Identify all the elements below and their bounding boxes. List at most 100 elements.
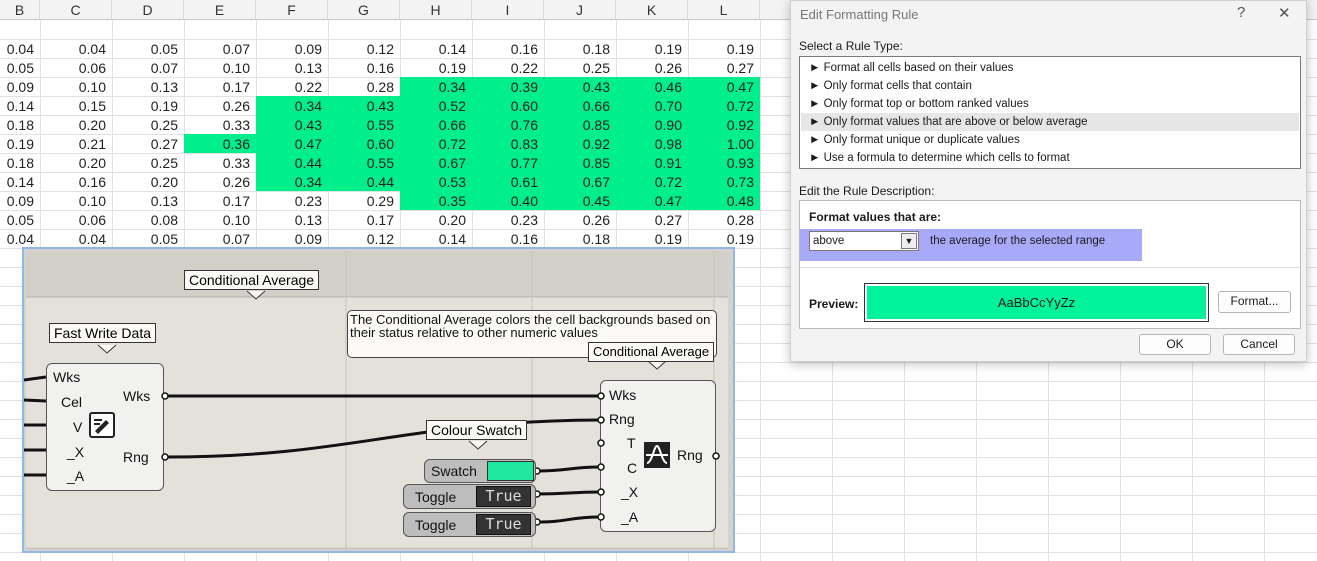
table-cell[interactable]: 0.39 (472, 77, 544, 96)
column-header-j[interactable]: J (544, 0, 616, 20)
input-t[interactable]: T (627, 435, 636, 451)
input-c[interactable]: C (627, 460, 637, 476)
table-cell[interactable]: 0.46 (616, 77, 688, 96)
rule-type-item[interactable]: ► Format all cells based on their values (801, 59, 1299, 77)
table-cell[interactable]: 0.35 (400, 191, 472, 210)
input-v[interactable]: V (73, 419, 82, 435)
table-cell[interactable]: 0.13 (256, 210, 328, 229)
table-cell[interactable]: 0.20 (400, 210, 472, 229)
table-cell[interactable]: 0.17 (328, 210, 400, 229)
table-cell[interactable]: 0.23 (256, 191, 328, 210)
table-cell[interactable]: 0.10 (40, 191, 112, 210)
table-cell[interactable]: 0.55 (328, 115, 400, 134)
table-cell[interactable]: 0.16 (40, 172, 112, 191)
table-cell[interactable]: 0.28 (688, 210, 760, 229)
rule-type-item[interactable]: ► Only format unique or duplicate values (801, 131, 1299, 149)
table-cell[interactable]: 0.33 (184, 153, 256, 172)
table-cell[interactable]: 0.27 (112, 134, 184, 153)
table-cell[interactable]: 0.04 (0, 39, 40, 58)
table-cell[interactable]: 0.27 (616, 210, 688, 229)
table-cell[interactable]: 0.26 (544, 210, 616, 229)
conditional-average-component[interactable]: Wks Rng T C _X _A Rng (600, 380, 716, 532)
chevron-down-icon[interactable]: ▼ (901, 233, 917, 249)
table-cell[interactable]: 0.43 (256, 115, 328, 134)
table-cell[interactable]: 0.10 (184, 210, 256, 229)
group-label-fast-write[interactable]: Fast Write Data (49, 323, 156, 343)
table-cell[interactable]: 0.16 (472, 229, 544, 248)
table-cell[interactable]: 0.23 (472, 210, 544, 229)
table-cell[interactable]: 0.13 (112, 77, 184, 96)
table-cell[interactable]: 0.28 (328, 77, 400, 96)
table-cell[interactable]: 0.67 (400, 153, 472, 172)
table-cell[interactable]: 0.26 (184, 172, 256, 191)
rule-type-item[interactable]: ► Only format values that are above or b… (801, 113, 1299, 131)
table-cell[interactable]: 0.22 (472, 58, 544, 77)
format-button[interactable]: Format... (1218, 291, 1291, 313)
cancel-button[interactable]: Cancel (1223, 334, 1295, 355)
rule-type-item[interactable]: ► Only format cells that contain (801, 77, 1299, 95)
table-cell[interactable]: 0.18 (544, 39, 616, 58)
table-cell[interactable]: 0.12 (328, 229, 400, 248)
table-cell[interactable]: 0.18 (0, 153, 40, 172)
table-cell[interactable]: 0.05 (0, 210, 40, 229)
swatch-color[interactable] (487, 461, 534, 481)
table-cell[interactable]: 0.07 (184, 39, 256, 58)
table-cell[interactable]: 0.47 (616, 191, 688, 210)
table-cell[interactable]: 1.00 (688, 134, 760, 153)
table-cell[interactable]: 0.36 (184, 134, 256, 153)
column-header-f[interactable]: F (256, 0, 328, 20)
table-cell[interactable]: 0.14 (0, 172, 40, 191)
table-cell[interactable]: 0.16 (328, 58, 400, 77)
toggle-component-2[interactable]: Toggle True (403, 512, 536, 537)
table-cell[interactable]: 0.15 (40, 96, 112, 115)
table-cell[interactable]: 0.04 (40, 39, 112, 58)
table-cell[interactable]: 0.33 (184, 115, 256, 134)
swatch-component[interactable]: Swatch (424, 459, 536, 483)
input-cel[interactable]: Cel (61, 394, 82, 410)
table-cell[interactable]: 0.77 (472, 153, 544, 172)
table-cell[interactable]: 0.19 (688, 39, 760, 58)
table-cell[interactable]: 0.53 (400, 172, 472, 191)
table-cell[interactable]: 0.34 (400, 77, 472, 96)
input-rng[interactable]: Rng (609, 411, 635, 427)
table-cell[interactable]: 0.08 (112, 210, 184, 229)
table-cell[interactable]: 0.60 (328, 134, 400, 153)
table-cell[interactable]: 0.26 (184, 96, 256, 115)
table-cell[interactable]: 0.66 (544, 96, 616, 115)
table-cell[interactable]: 0.93 (688, 153, 760, 172)
table-cell[interactable]: 0.19 (616, 229, 688, 248)
table-cell[interactable]: 0.72 (688, 96, 760, 115)
table-cell[interactable]: 0.13 (256, 58, 328, 77)
table-cell[interactable]: 0.19 (0, 134, 40, 153)
table-cell[interactable]: 0.44 (328, 172, 400, 191)
grasshopper-canvas[interactable]: Conditional Average Fast Write Data Colo… (22, 247, 735, 553)
table-cell[interactable]: 0.66 (400, 115, 472, 134)
table-cell[interactable]: 0.18 (0, 115, 40, 134)
table-cell[interactable]: 0.09 (256, 39, 328, 58)
close-icon[interactable]: ✕ (1278, 4, 1291, 22)
table-cell[interactable]: 0.72 (400, 134, 472, 153)
input-a-2[interactable]: _A (621, 509, 638, 525)
table-cell[interactable]: 0.70 (616, 96, 688, 115)
above-below-select[interactable]: above ▼ (809, 231, 919, 251)
table-cell[interactable]: 0.73 (688, 172, 760, 191)
table-cell[interactable]: 0.98 (616, 134, 688, 153)
output-rng[interactable]: Rng (123, 449, 149, 465)
table-cell[interactable]: 0.76 (472, 115, 544, 134)
table-cell[interactable]: 0.17 (184, 191, 256, 210)
table-cell[interactable]: 0.17 (184, 77, 256, 96)
table-cell[interactable]: 0.19 (112, 96, 184, 115)
table-cell[interactable]: 0.55 (328, 153, 400, 172)
table-cell[interactable]: 0.04 (0, 229, 40, 248)
table-cell[interactable]: 0.67 (544, 172, 616, 191)
table-cell[interactable]: 0.14 (400, 229, 472, 248)
table-cell[interactable]: 0.07 (184, 229, 256, 248)
column-header-d[interactable]: D (112, 0, 184, 20)
table-cell[interactable]: 0.12 (328, 39, 400, 58)
table-cell[interactable]: 0.10 (184, 58, 256, 77)
input-x-2[interactable]: _X (621, 484, 638, 500)
rule-type-item[interactable]: ► Use a formula to determine which cells… (801, 149, 1299, 167)
rule-type-item[interactable]: ► Only format top or bottom ranked value… (801, 95, 1299, 113)
table-cell[interactable]: 0.14 (0, 96, 40, 115)
table-cell[interactable]: 0.06 (40, 58, 112, 77)
